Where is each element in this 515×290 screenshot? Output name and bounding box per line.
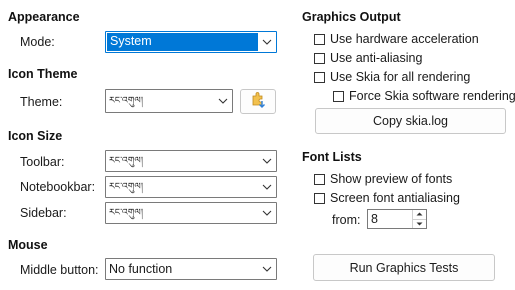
anti-aliasing-label: Use anti-aliasing [330, 51, 423, 65]
chevron-down-icon [258, 203, 276, 223]
checkbox-box[interactable] [314, 52, 325, 64]
chevron-down-icon [258, 177, 276, 197]
mouse-heading: Mouse [8, 238, 48, 252]
sidebar-size-select[interactable]: རང་འགུལ། [105, 202, 277, 224]
middle-button-label: Middle button: [20, 263, 99, 277]
theme-select[interactable]: རང་འགུལ། [105, 89, 233, 113]
toolbar-size-select[interactable]: རང་འགུལ། [105, 150, 277, 172]
skia-all-rendering-label: Use Skia for all rendering [330, 70, 471, 84]
screen-font-antialiasing-label: Screen font antialiasing [330, 191, 460, 205]
sidebar-label: Sidebar: [20, 206, 67, 220]
toolbar-label: Toolbar: [20, 155, 65, 169]
anti-aliasing-checkbox[interactable]: Use anti-aliasing [314, 51, 422, 65]
notebookbar-label: Notebookbar: [20, 180, 96, 194]
mode-label: Mode: [20, 35, 55, 49]
chevron-down-icon [258, 259, 276, 279]
sidebar-size-value: རང་འགུལ། [109, 208, 144, 218]
add-icon-theme-button[interactable] [240, 89, 276, 114]
show-preview-fonts-checkbox[interactable]: Show preview of fonts [314, 172, 452, 186]
notebookbar-size-value: རང་འགུལ། [109, 182, 144, 192]
middle-button-value: No function [109, 262, 173, 276]
skia-all-rendering-checkbox[interactable]: Use Skia for all rendering [314, 70, 470, 84]
mode-select-value: System [107, 33, 258, 51]
chevron-down-icon [214, 90, 232, 112]
spin-down-icon[interactable] [413, 218, 426, 229]
checkbox-box[interactable] [314, 173, 325, 185]
show-preview-fonts-label: Show preview of fonts [330, 172, 453, 186]
screen-font-antialiasing-checkbox[interactable]: Screen font antialiasing [314, 191, 460, 205]
spin-up-icon[interactable] [413, 210, 426, 219]
appearance-heading: Appearance [8, 10, 80, 24]
force-skia-software-label: Force Skia software rendering [349, 89, 515, 103]
notebookbar-size-select[interactable]: རང་འགུལ། [105, 176, 277, 198]
antialiasing-from-value[interactable]: 8 [368, 210, 412, 228]
middle-button-select[interactable]: No function [105, 258, 277, 280]
checkbox-box[interactable] [314, 192, 325, 204]
chevron-down-icon [258, 151, 276, 171]
antialiasing-from-spinner[interactable]: 8 [367, 209, 427, 229]
checkbox-box[interactable] [314, 33, 325, 45]
icon-size-heading: Icon Size [8, 129, 63, 143]
from-label: from: [332, 213, 361, 227]
graphics-output-heading: Graphics Output [302, 10, 401, 24]
hardware-acceleration-checkbox[interactable]: Use hardware acceleration [314, 32, 479, 46]
checkbox-box[interactable] [333, 90, 344, 102]
toolbar-size-value: རང་འགུལ། [109, 156, 144, 166]
chevron-down-icon [258, 32, 276, 52]
mode-select[interactable]: System [105, 31, 277, 53]
run-graphics-tests-button[interactable]: Run Graphics Tests [313, 254, 495, 281]
theme-label: Theme: [20, 95, 63, 109]
checkbox-box[interactable] [314, 71, 325, 83]
add-extension-icon [249, 91, 267, 112]
copy-skia-log-button[interactable]: Copy skia.log [315, 108, 506, 134]
hardware-acceleration-label: Use hardware acceleration [330, 32, 479, 46]
theme-select-value: རང་འགུལ། [109, 96, 144, 106]
font-lists-heading: Font Lists [302, 150, 362, 164]
icon-theme-heading: Icon Theme [8, 67, 78, 81]
force-skia-software-checkbox[interactable]: Force Skia software rendering [333, 89, 515, 103]
